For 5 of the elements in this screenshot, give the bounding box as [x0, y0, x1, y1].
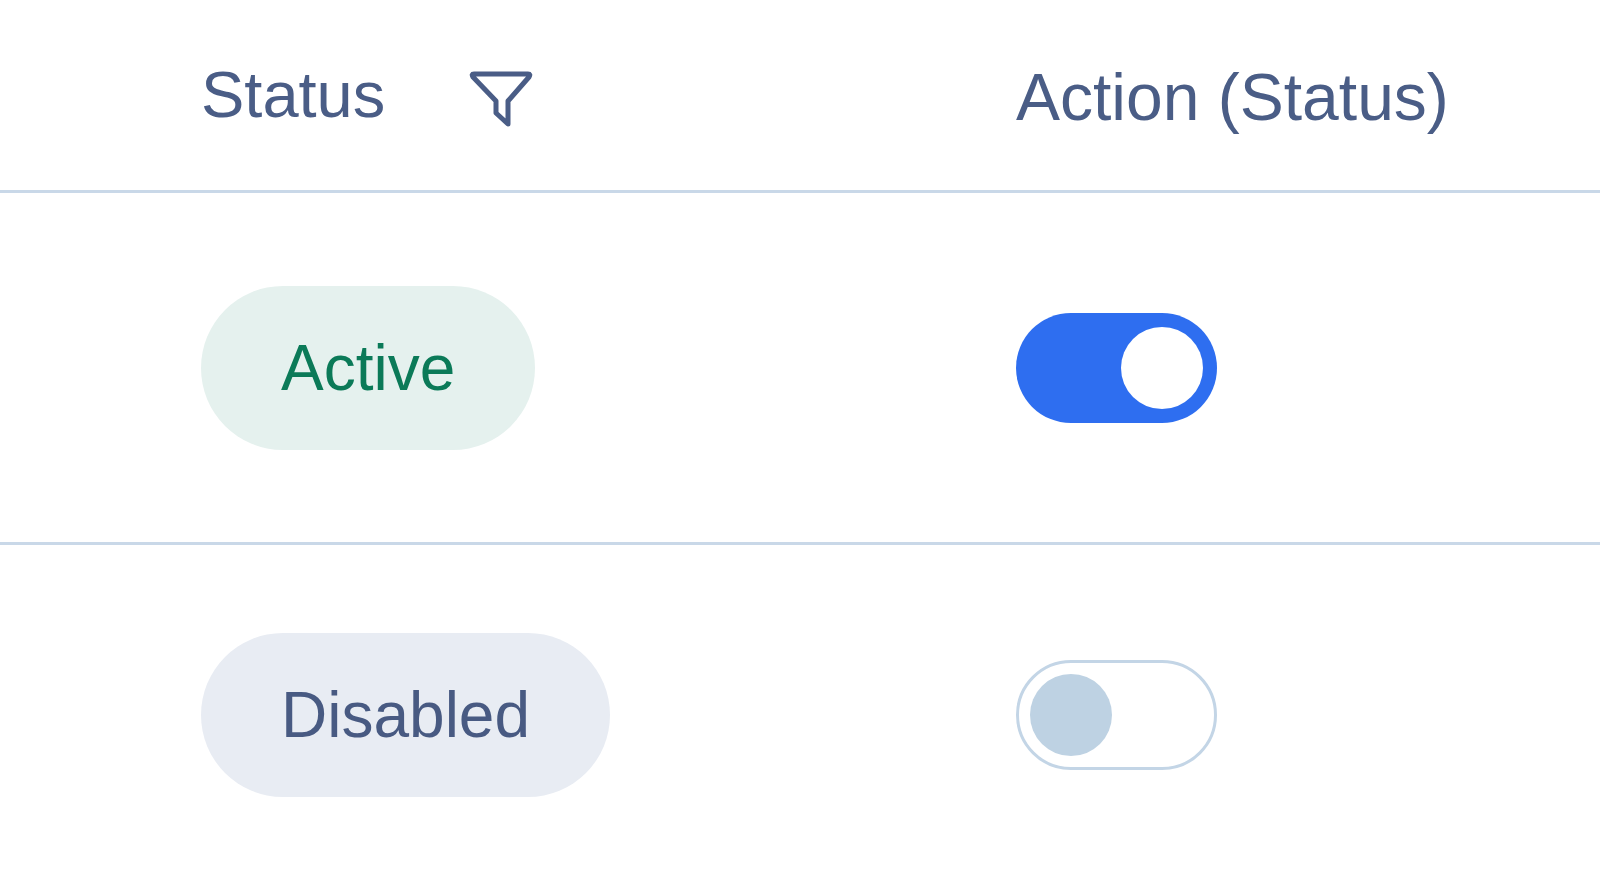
status-badge: Active: [201, 285, 536, 450]
status-badge: Disabled: [201, 633, 611, 797]
column-header: Status: [201, 57, 386, 133]
column-header: Action (Status): [1016, 59, 1449, 137]
filter-icon[interactable]: [469, 70, 534, 128]
